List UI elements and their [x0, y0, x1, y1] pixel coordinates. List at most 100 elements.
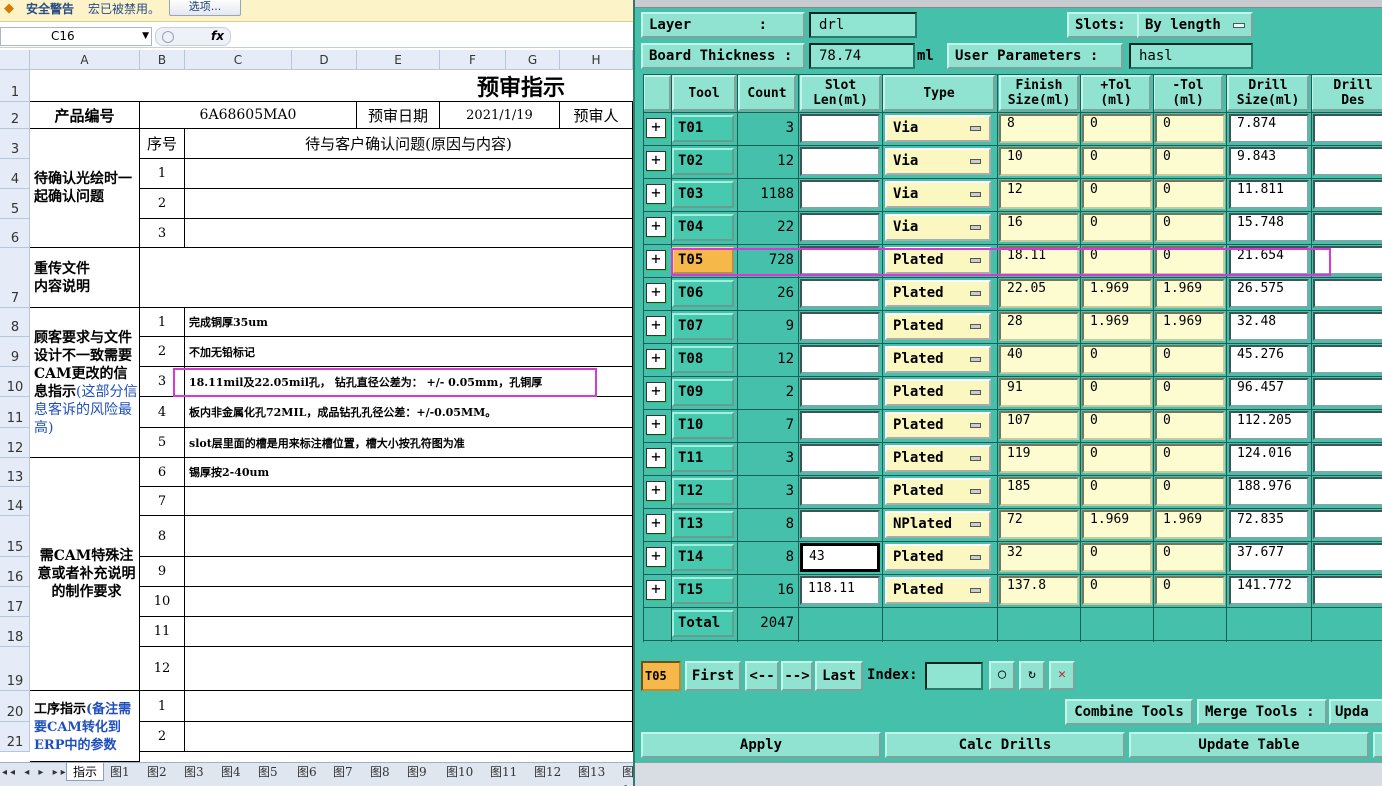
tool-button[interactable]: T12: [672, 478, 734, 505]
user-parameters-field[interactable]: hasl: [1129, 43, 1253, 69]
slot-length-field[interactable]: [800, 477, 880, 506]
tool-button[interactable]: T10: [672, 412, 734, 439]
finish-size-field[interactable]: 22.05: [999, 279, 1079, 308]
layer-field[interactable]: drl: [809, 12, 917, 38]
requirement-group-label[interactable]: 顾客要求与文件设计不一致需要CAM更改的信息指示(这部分信息客诉的风险最高): [30, 308, 140, 458]
req-text-cell[interactable]: 18.11mil及22.05mil孔， 钻孔直径公差为： +/- 0.05mm，…: [185, 367, 633, 397]
finish-size-field[interactable]: 12: [999, 180, 1079, 209]
drill-size-field[interactable]: 26.575: [1229, 279, 1309, 308]
drill-size-field[interactable]: 124.016: [1229, 444, 1309, 473]
special-no-cell[interactable]: 12: [140, 647, 185, 691]
prev-button[interactable]: <--: [745, 661, 779, 691]
row-header[interactable]: 4: [0, 159, 30, 189]
req-no-cell[interactable]: 5: [140, 428, 185, 458]
plus-tol-field[interactable]: 0: [1082, 114, 1152, 143]
combine-tools-button[interactable]: Combine Tools: [1065, 699, 1193, 725]
tool-button[interactable]: T11: [672, 445, 734, 472]
tool-button[interactable]: T03: [672, 181, 734, 208]
process-cell[interactable]: [185, 691, 633, 722]
chevron-down-icon[interactable]: ▼: [142, 28, 149, 45]
fx-button[interactable]: fx: [155, 27, 231, 46]
delete-icon[interactable]: ✕: [1049, 661, 1075, 690]
slot-length-field[interactable]: [800, 213, 880, 242]
expand-icon[interactable]: +: [646, 283, 666, 303]
expand-icon[interactable]: +: [646, 415, 666, 435]
refresh-icon[interactable]: ↻: [1019, 661, 1045, 690]
minus-tol-field[interactable]: 1.969: [1155, 312, 1225, 341]
seq-cell[interactable]: 3: [140, 219, 185, 248]
update-button[interactable]: Upda: [1329, 699, 1382, 725]
type-select[interactable]: Via: [885, 148, 991, 175]
sheet-tab[interactable]: 图8: [370, 763, 390, 781]
expand-icon[interactable]: +: [646, 382, 666, 402]
plus-tol-field[interactable]: 0: [1082, 180, 1152, 209]
drill-size-field[interactable]: 32.48: [1229, 312, 1309, 341]
type-select[interactable]: Plated: [885, 445, 991, 472]
slot-length-field[interactable]: [800, 279, 880, 308]
slot-length-field[interactable]: [800, 246, 880, 275]
slot-length-field[interactable]: [800, 312, 880, 341]
tool-button[interactable]: T02: [672, 148, 734, 175]
special-no-cell[interactable]: 10: [140, 587, 185, 617]
slot-length-field[interactable]: [800, 444, 880, 473]
finish-size-field[interactable]: 137.8: [999, 576, 1079, 605]
first-button[interactable]: First: [685, 661, 741, 691]
sheet-tab[interactable]: 图13: [578, 763, 605, 781]
name-box[interactable]: C16 ▼: [0, 27, 152, 46]
drill-des-field[interactable]: [1313, 510, 1382, 539]
plus-tol-field[interactable]: 0: [1082, 345, 1152, 374]
reviewer-label[interactable]: 预审人: [560, 102, 633, 129]
process-cell[interactable]: [185, 722, 633, 752]
index-field[interactable]: [925, 662, 983, 690]
expand-icon[interactable]: +: [646, 580, 666, 600]
row-header[interactable]: 1: [0, 70, 30, 102]
sheet-tab[interactable]: 图9: [407, 763, 427, 781]
drill-des-field[interactable]: [1313, 477, 1382, 506]
row-header[interactable]: 9: [0, 337, 30, 367]
drill-size-field[interactable]: 141.772: [1229, 576, 1309, 605]
column-header[interactable]: H: [560, 50, 633, 70]
drill-size-field[interactable]: 7.874: [1229, 114, 1309, 143]
column-header[interactable]: F: [440, 50, 506, 70]
slot-length-field[interactable]: [800, 510, 880, 539]
confirm-cell[interactable]: [185, 189, 633, 219]
req-no-cell[interactable]: 4: [140, 397, 185, 428]
calc-drills-button[interactable]: Calc Drills: [885, 732, 1125, 758]
row-header[interactable]: 18: [0, 617, 30, 647]
type-select[interactable]: Via: [885, 181, 991, 208]
row-header[interactable]: 21: [0, 722, 30, 752]
drill-des-field[interactable]: [1313, 279, 1382, 308]
minus-tol-field[interactable]: 1.969: [1155, 510, 1225, 539]
drill-size-field[interactable]: 45.276: [1229, 345, 1309, 374]
sheet-tab[interactable]: 图7: [333, 763, 353, 781]
finish-size-field[interactable]: 16: [999, 213, 1079, 242]
finish-size-field[interactable]: 185: [999, 477, 1079, 506]
special-text-cell[interactable]: [185, 516, 633, 557]
minus-tol-field[interactable]: 0: [1155, 444, 1225, 473]
row-header[interactable]: 19: [0, 647, 30, 691]
drill-des-field[interactable]: [1313, 576, 1382, 605]
sheet-tab[interactable]: 图1: [110, 763, 130, 781]
row-header[interactable]: 11: [0, 397, 30, 428]
plus-tol-field[interactable]: 0: [1082, 576, 1152, 605]
sheet-tab[interactable]: 图4: [221, 763, 241, 781]
drill-des-field[interactable]: [1313, 147, 1382, 176]
req-text-cell[interactable]: 板内非金属化孔72MIL，成品钻孔孔径公差：+/-0.05MM。: [185, 397, 633, 428]
reupload-cell[interactable]: [140, 248, 633, 308]
row-header[interactable]: 8: [0, 308, 30, 337]
minus-tol-field[interactable]: 1.969: [1155, 279, 1225, 308]
req-no-cell[interactable]: 3: [140, 367, 185, 397]
type-select[interactable]: Plated: [885, 280, 991, 307]
slots-select[interactable]: By length: [1137, 12, 1253, 38]
plus-tol-field[interactable]: 0: [1082, 378, 1152, 407]
type-select[interactable]: Plated: [885, 247, 991, 274]
expand-icon[interactable]: +: [646, 184, 666, 204]
column-header[interactable]: B: [140, 50, 185, 70]
column-header[interactable]: D: [292, 50, 357, 70]
expand-icon[interactable]: +: [646, 316, 666, 336]
drill-des-field[interactable]: [1313, 378, 1382, 407]
apply-button[interactable]: Apply: [641, 732, 881, 758]
finish-size-field[interactable]: 40: [999, 345, 1079, 374]
sheet-tab[interactable]: 图10: [446, 763, 473, 781]
finish-size-field[interactable]: 18.11: [999, 246, 1079, 275]
